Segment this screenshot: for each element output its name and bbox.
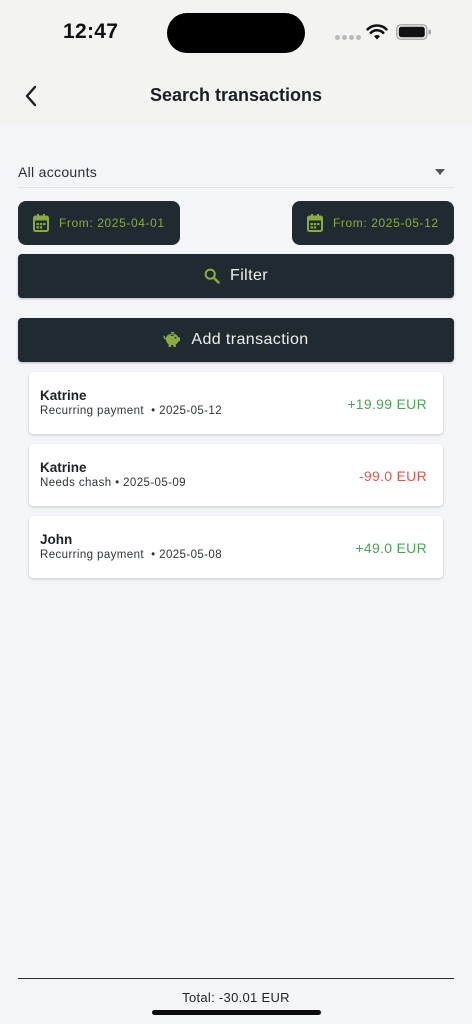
transaction-amount: +49.0 EUR [355,540,427,556]
cellular-signal-icon [335,35,361,40]
dropdown-arrow-icon [435,168,445,175]
calendar-icon [307,214,323,232]
filter-button-label: Filter [230,267,268,284]
dynamic-island [167,13,305,53]
transaction-subtitle: Recurring payment • 2025-05-12 [40,405,222,417]
account-dropdown[interactable]: All accounts [18,156,454,188]
transaction-name: Katrine [40,388,87,403]
transaction-subtitle: Needs chash • 2025-05-09 [40,477,186,489]
to-date-label: From: 2025-05-12 [333,216,439,230]
page-title: Search transactions [149,85,323,105]
add-transaction-button[interactable]: Add transaction [18,318,454,362]
add-transaction-button-label: Add transaction [191,331,309,348]
transaction-name: Katrine [40,460,87,475]
transaction-amount: +19.99 EUR [347,396,427,412]
status-time: 12:47 [63,20,119,43]
transaction-subtitle: Recurring payment • 2025-05-08 [40,549,222,561]
app-header: Search transactions [0,64,472,126]
transaction-card[interactable]: Katrine Recurring payment • 2025-05-12 +… [29,372,443,434]
search-icon [204,268,220,284]
transaction-name: John [40,532,73,547]
transaction-amount: -99.0 EUR [358,468,427,484]
filter-button[interactable]: Filter [18,254,454,298]
account-dropdown-value: All accounts [18,163,98,180]
status-bar: 12:47 [0,0,472,64]
from-date-label: From: 2025-04-01 [59,216,165,230]
calendar-icon [33,214,49,232]
transaction-card[interactable]: John Recurring payment • 2025-05-08 +49.… [29,516,443,578]
battery-icon [396,24,431,40]
piggy-bank-icon [163,332,181,347]
wifi-icon [366,24,388,40]
total-amount: Total: -30.01 EUR [182,990,290,1005]
from-date-button[interactable]: From: 2025-04-01 [18,201,180,245]
footer-divider [18,978,454,979]
transaction-card[interactable]: Katrine Needs chash • 2025-05-09 -99.0 E… [29,444,443,506]
home-indicator[interactable] [152,1010,321,1015]
to-date-button[interactable]: From: 2025-05-12 [292,201,454,245]
